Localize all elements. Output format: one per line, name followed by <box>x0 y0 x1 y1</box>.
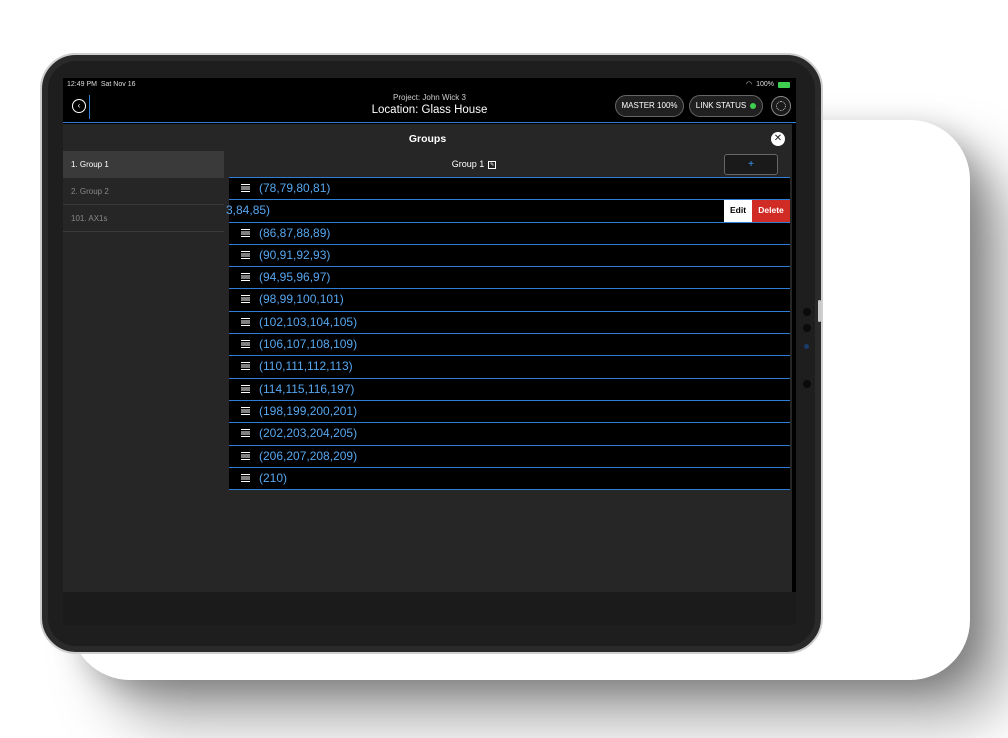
list-item-label: 3,84,85) <box>226 203 271 218</box>
groups-sidebar: 1. Group 1 2. Group 2 101. AX1s <box>63 151 224 232</box>
panel-title: Groups <box>408 133 447 145</box>
drag-handle-icon[interactable] <box>241 340 250 349</box>
delete-button[interactable]: Delete <box>752 200 790 222</box>
master-button[interactable]: MASTER 100% <box>615 95 684 117</box>
location-name: Location: Glass House <box>371 104 488 116</box>
list-item-label: (106,107,108,109) <box>259 337 358 352</box>
list-item-label: (202,203,204,205) <box>259 426 358 441</box>
list-item-label: (114,115,116,197) <box>259 381 355 396</box>
sidebar-item-ax1s[interactable]: 101. AX1s <box>63 205 224 232</box>
drag-handle-icon[interactable] <box>241 362 250 371</box>
list-item-label: (86,87,88,89) <box>259 225 331 240</box>
list-item[interactable]: 3,84,85) Edit Delete <box>226 200 790 223</box>
list-item[interactable]: (106,107,108,109) <box>229 334 790 357</box>
battery-icon <box>778 82 790 88</box>
list-item-label: (110,111,112,113) <box>259 359 353 374</box>
list-item[interactable]: (98,99,100,101) <box>229 289 790 312</box>
drag-handle-icon[interactable] <box>241 429 250 438</box>
list-item[interactable]: (102,103,104,105) <box>229 311 790 335</box>
list-item-label: (90,91,92,93) <box>259 247 331 262</box>
list-item-label: (210) <box>259 470 288 485</box>
status-bar: 12:49 PM Sat Nov 16 ◠ 100% <box>63 78 796 92</box>
link-status-dot <box>750 102 757 109</box>
app-screen: 12:49 PM Sat Nov 16 ◠ 100% ‹ Project: Jo… <box>63 78 796 625</box>
drag-handle-icon[interactable] <box>241 451 250 460</box>
edit-icon[interactable]: ✎ <box>488 160 497 169</box>
drag-handle-icon[interactable] <box>241 406 250 415</box>
list-item-label: (206,207,208,209) <box>259 448 358 463</box>
drag-handle-icon[interactable] <box>241 317 250 326</box>
group-header: Group 1 ✎ + <box>229 151 790 178</box>
drag-handle-icon[interactable] <box>241 295 250 304</box>
status-time: 12:49 PM Sat Nov 16 <box>67 81 136 88</box>
groups-panel: Groups ✕ 1. Group 1 2. Group 2 101. AX1s… <box>63 124 792 592</box>
battery-percent: 100% <box>756 81 774 88</box>
list-item[interactable]: (78,79,80,81) <box>229 178 790 201</box>
list-item-label: (98,99,100,101) <box>259 292 344 307</box>
list-item[interactable]: (86,87,88,89) <box>229 222 790 245</box>
app-header: ‹ Project: John Wick 3 Location: Glass H… <box>63 92 796 123</box>
status-right: ◠ 100% <box>746 78 790 92</box>
close-icon: ✕ <box>773 133 783 144</box>
drag-handle-icon[interactable] <box>241 228 250 237</box>
list-item[interactable]: (110,111,112,113) <box>229 356 790 379</box>
list-item-label: (102,103,104,105) <box>259 314 358 329</box>
close-button[interactable]: ✕ <box>771 132 785 146</box>
drag-handle-icon[interactable] <box>241 473 250 482</box>
list-item[interactable]: (210) <box>229 467 790 491</box>
list-item-label: (94,95,96,97) <box>259 270 331 285</box>
list-item[interactable]: (202,203,204,205) <box>229 423 790 446</box>
device-side-button <box>818 300 821 322</box>
group-title: Group 1 ✎ <box>229 159 719 169</box>
list-item[interactable]: (114,115,116,197) <box>229 378 790 401</box>
list-item[interactable]: (206,207,208,209) <box>229 445 790 468</box>
sidebar-item-group-2[interactable]: 2. Group 2 <box>63 178 224 205</box>
list-item-label: (78,79,80,81) <box>259 181 331 195</box>
wifi-icon: ◠ <box>745 81 753 88</box>
settings-icon[interactable] <box>771 96 791 116</box>
project-name: Project: John Wick 3 <box>393 93 466 102</box>
drag-handle-icon[interactable] <box>241 273 250 282</box>
bottom-bar <box>63 592 796 625</box>
drag-handle-icon[interactable] <box>241 384 250 393</box>
list-item[interactable]: (90,91,92,93) <box>229 244 790 268</box>
link-status-button[interactable]: LINK STATUS <box>689 95 763 117</box>
sidebar-item-group-1[interactable]: 1. Group 1 <box>63 151 224 178</box>
edit-button[interactable]: Edit <box>724 200 752 222</box>
add-button[interactable]: + <box>724 154 778 175</box>
list-item[interactable]: (94,95,96,97) <box>229 267 790 290</box>
drag-handle-icon[interactable] <box>241 250 250 259</box>
link-status-label: LINK STATUS <box>695 101 747 110</box>
drag-handle-icon[interactable] <box>241 184 250 192</box>
channel-list: (78,79,80,81) 3,84,85) Edit Delete (86,8… <box>226 178 790 491</box>
list-item[interactable]: (198,199,200,201) <box>229 400 790 424</box>
list-item-label: (198,199,200,201) <box>259 403 358 418</box>
device-camera-strip <box>801 300 813 400</box>
group-title-text: Group 1 <box>451 159 485 169</box>
